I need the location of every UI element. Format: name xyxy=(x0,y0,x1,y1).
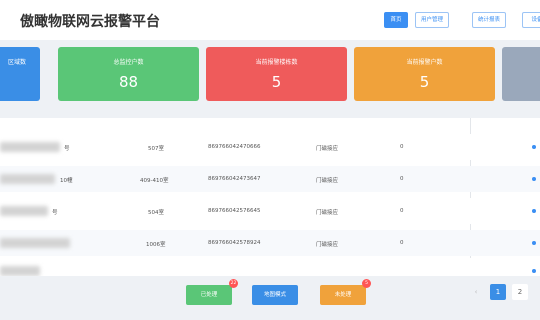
cell-room: 504室 xyxy=(148,210,164,216)
row-action-icon[interactable] xyxy=(532,269,536,273)
cell-type: 门磁接应 xyxy=(316,210,339,216)
cell-count: 0 xyxy=(400,240,404,246)
cell-count: 0 xyxy=(400,208,404,214)
cell-room: 409-410室 xyxy=(140,178,169,184)
page-1-button[interactable]: 1 xyxy=(490,284,506,300)
nav-device-button[interactable]: 设备 xyxy=(522,12,540,28)
card-alarm-households[interactable]: 当前报警户数 5 xyxy=(354,47,495,101)
cell-room: 507室 xyxy=(148,146,164,152)
redacted-text xyxy=(0,266,40,276)
card-alarm-buildings[interactable]: 当前报警楼栋数 5 xyxy=(206,47,347,101)
row-action-icon[interactable] xyxy=(532,241,536,245)
page-prev-button[interactable]: ‹ xyxy=(468,284,484,300)
redacted-text xyxy=(0,206,48,216)
card-alarm-households-value: 5 xyxy=(419,73,430,91)
cell-device-id: 869766042578924 xyxy=(208,240,261,246)
cell-location: 10幢 xyxy=(60,178,73,184)
table-row[interactable]: 号 507室 869766042470666 门磁接应 0 xyxy=(0,134,540,160)
redacted-text xyxy=(0,238,70,248)
processed-button[interactable]: 已处理 xyxy=(186,285,232,305)
redacted-text xyxy=(0,174,55,184)
device-table: 号 507室 869766042470666 门磁接应 0 10幢 409-41… xyxy=(0,118,540,284)
table-row[interactable]: 10幢 409-410室 869766042473647 门磁接应 0 xyxy=(0,166,540,192)
unprocessed-button[interactable]: 未处理 xyxy=(320,285,366,305)
redacted-text xyxy=(0,142,60,152)
card-area-count-label: 区域数 xyxy=(7,59,26,66)
cell-device-id: 869766042473647 xyxy=(208,176,261,182)
table-row[interactable]: 号 504室 869766042576645 门磁接应 0 xyxy=(0,198,540,224)
card-alarm-buildings-value: 5 xyxy=(271,73,282,91)
page-2-button[interactable]: 2 xyxy=(512,284,528,300)
cell-count: 0 xyxy=(400,176,404,182)
unprocessed-count-badge: 5 xyxy=(362,279,371,288)
cell-device-id: 869766042576645 xyxy=(208,208,261,214)
row-action-icon[interactable] xyxy=(532,209,536,213)
row-action-icon[interactable] xyxy=(532,145,536,149)
top-bar: 傲瞰物联网云报警平台 首页 用户管理 统计报表 设备 xyxy=(0,0,540,40)
map-mode-button[interactable]: 地图模式 xyxy=(252,285,298,305)
card-alarm-households-label: 当前报警户数 xyxy=(406,59,443,66)
card-area-count[interactable]: 区域数 xyxy=(0,47,40,101)
card-total-monitored[interactable]: 总监控户数 88 xyxy=(58,47,199,101)
cell-type: 门磁接应 xyxy=(316,242,339,248)
card-alarm-buildings-label: 当前报警楼栋数 xyxy=(255,59,298,66)
cell-count: 0 xyxy=(400,144,404,150)
cell-type: 门磁接应 xyxy=(316,146,339,152)
app-title: 傲瞰物联网云报警平台 xyxy=(20,14,160,30)
cell-location: 号 xyxy=(52,210,58,216)
footer-bar: 已处理 22 地图模式 未处理 5 ‹ 1 2 xyxy=(0,276,540,320)
cell-type: 门磁接应 xyxy=(316,178,339,184)
cell-device-id: 869766042470666 xyxy=(208,144,261,150)
cell-location: 号 xyxy=(64,146,70,152)
nav-home-button[interactable]: 首页 xyxy=(384,12,408,28)
card-extra[interactable] xyxy=(502,47,540,101)
table-row[interactable]: 1006室 869766042578924 门磁接应 0 xyxy=(0,230,540,256)
row-action-icon[interactable] xyxy=(532,177,536,181)
card-total-monitored-value: 88 xyxy=(118,73,139,91)
nav-statistics-button[interactable]: 统计报表 xyxy=(472,12,506,28)
nav-user-management-button[interactable]: 用户管理 xyxy=(415,12,449,28)
cell-room: 1006室 xyxy=(146,242,166,248)
processed-count-badge: 22 xyxy=(229,279,238,288)
card-total-monitored-label: 总监控户数 xyxy=(113,59,144,66)
